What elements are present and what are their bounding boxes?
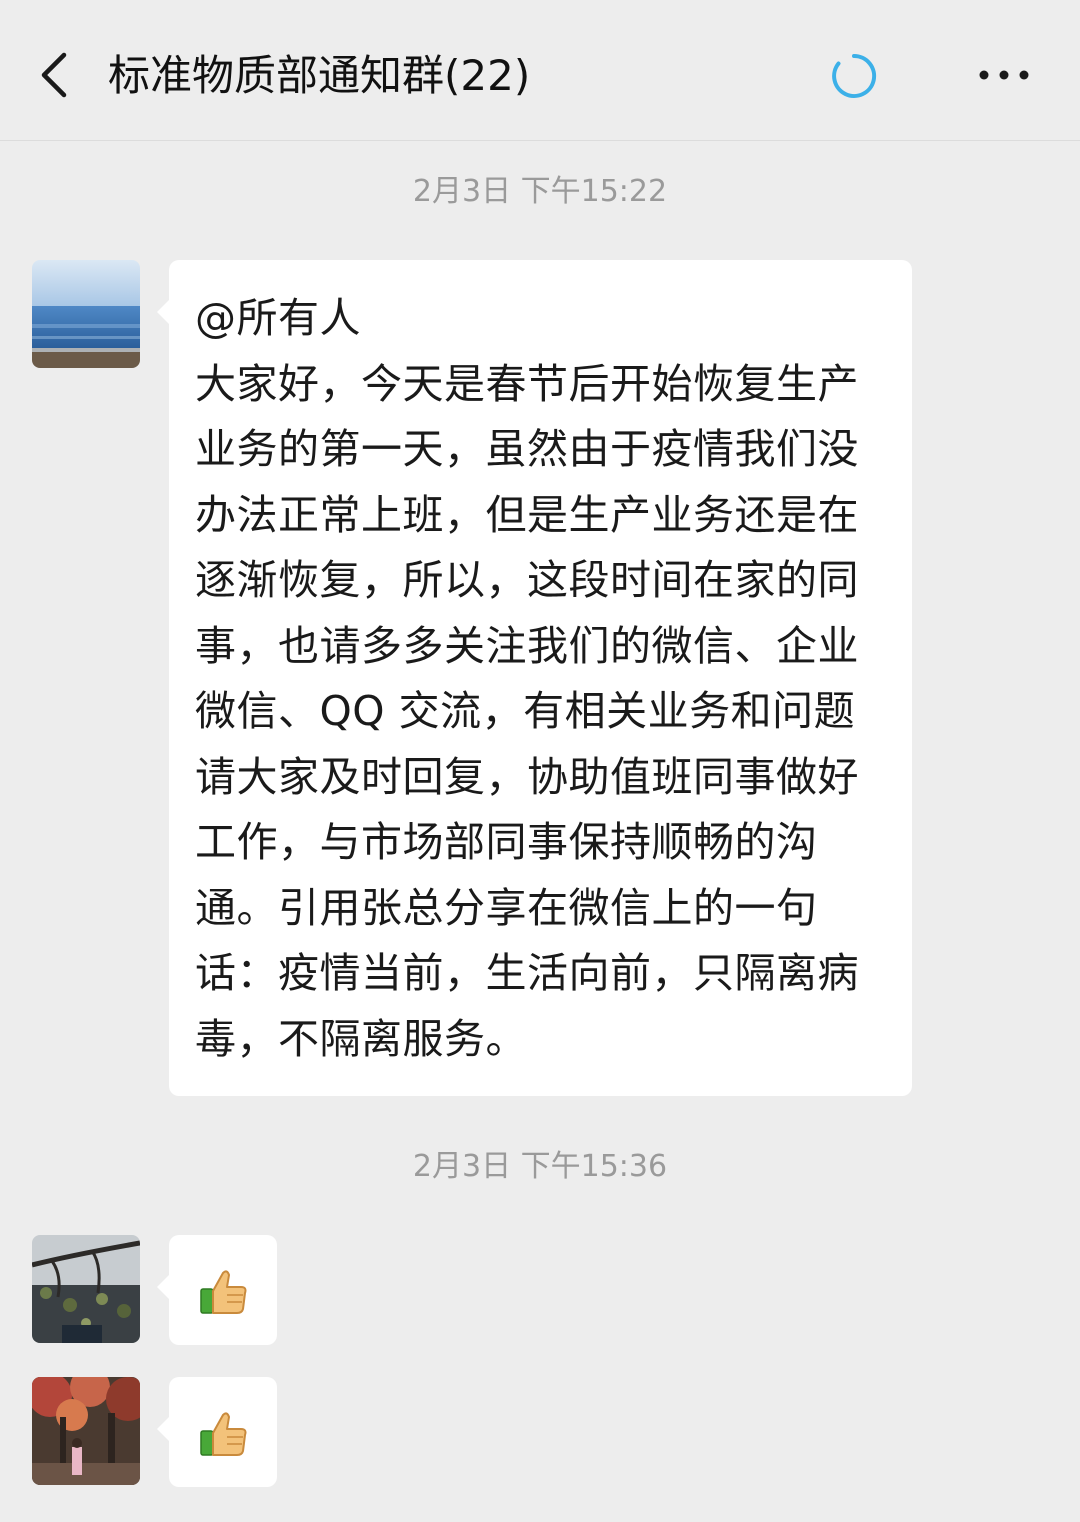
message-timestamp: 2月3日 下午15:36: [412, 1149, 668, 1184]
message-timestamp: 2月3日 下午15:22: [412, 174, 668, 209]
message-bubble[interactable]: [157, 1235, 277, 1345]
more-dots-icon: [979, 70, 1029, 80]
avatar[interactable]: [32, 1235, 140, 1343]
avatar[interactable]: [32, 260, 140, 368]
avatar[interactable]: [32, 1377, 140, 1485]
message-text: @所有人 大家好，今天是春节后开始恢复生产业务的第一天，虽然由于疫情我们没办法正…: [195, 294, 859, 1063]
chat-header: 标准物质部通知群(22): [0, 0, 1080, 141]
autumn-forest-avatar-image: [32, 1377, 140, 1485]
thumbs-up-icon: [200, 1412, 247, 1456]
tree-branch-avatar-image: [32, 1235, 140, 1343]
loading-spinner-icon: [830, 52, 878, 100]
seascape-avatar-image: [32, 260, 140, 368]
message-bubble[interactable]: [157, 1377, 277, 1487]
back-button[interactable]: [30, 45, 80, 105]
chevron-left-icon: [41, 52, 67, 98]
thumbs-up-icon: [200, 1270, 247, 1314]
more-options-button[interactable]: [972, 55, 1036, 95]
message-bubble[interactable]: @所有人 大家好，今天是春节后开始恢复生产业务的第一天，虽然由于疫情我们没办法正…: [157, 260, 912, 1096]
chat-title: 标准物质部通知群(22): [108, 51, 531, 100]
